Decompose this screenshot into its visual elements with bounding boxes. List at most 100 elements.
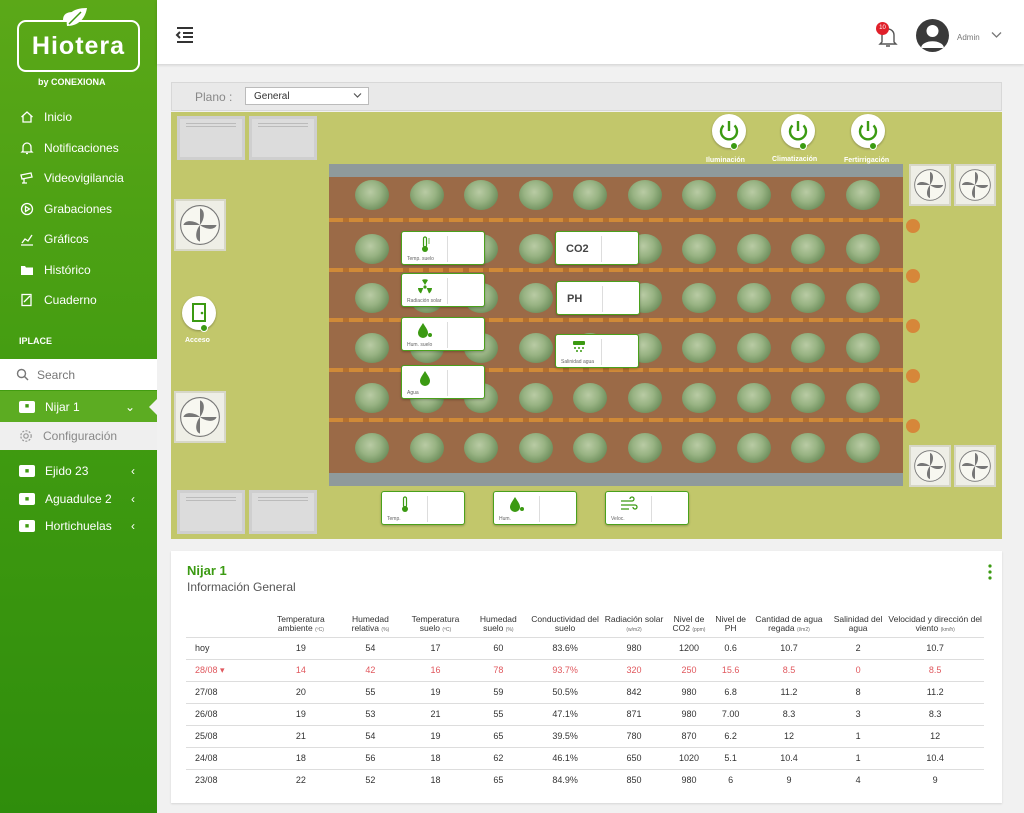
table-row[interactable]: 28/08 ▾ 14 42 16 78 93.7% 320 250 15.6 8.5 0 8.5 [186,658,984,681]
sensor-label: Hum. suelo [407,342,433,348]
table-cell: 12 [748,724,830,747]
more-options-icon[interactable] [988,564,992,580]
table-cell: 16 [401,658,470,681]
table-cell: 21 [262,724,340,747]
table-cell: 8.5 [886,658,984,681]
place-aguadulce-2[interactable]: ■ Aguadulce 2 ‹ [0,485,157,513]
fan-icon[interactable] [174,391,226,443]
nav-videovigilancia[interactable]: Videovigilancia [0,164,157,192]
table-cell: 0 [829,658,887,681]
sensor-label: Salinidad agua [561,359,595,365]
table-cell: 39.5% [526,724,604,747]
fertigation-power-button[interactable] [851,114,885,150]
valve-dot[interactable] [906,369,920,383]
nav-graficos[interactable]: Gráficos [0,225,157,253]
sensor-label: PH [567,293,583,305]
table-row[interactable]: 24/08 18 56 18 62 46.1% 650 1020 5.1 10.4 1 10.4 [186,746,984,769]
table-cell: 17 [401,636,470,659]
config-link[interactable]: Configuración [0,422,157,450]
table-header-cell [186,603,262,637]
table-cell: 320 [603,658,665,681]
table-row[interactable]: 25/08 21 54 19 65 39.5% 780 870 6.2 12 1 12 [186,724,984,747]
drop-icon [418,323,432,338]
plant [355,383,389,413]
climate-power-button[interactable] [781,114,815,150]
table-cell: 22 [262,768,340,791]
greenhouse-icon: ■ [19,400,35,413]
table-cell: 93.7% [526,658,604,681]
fan-icon[interactable] [909,164,951,206]
nav-historico[interactable]: Histórico [0,256,157,284]
greenhouse-icon: ■ [19,493,35,505]
plan-select[interactable]: General [245,87,369,105]
sensor-agua[interactable]: Agua [401,365,485,399]
access-button[interactable] [182,296,216,332]
nav-cuaderno[interactable]: Cuaderno [0,286,157,314]
notebook-icon [21,293,32,307]
sensor-temp[interactable]: Temp. [381,491,465,525]
sensor-label: Agua [407,390,419,396]
nav-notificaciones[interactable]: Notificaciones [0,134,157,162]
sensor-salinidad[interactable]: Salinidad agua [555,334,639,368]
window-vent[interactable] [177,490,245,534]
plant [573,383,607,413]
card-title: Nijar 1 [187,563,227,578]
avatar[interactable] [916,19,949,52]
valve-dot[interactable] [906,419,920,433]
fan-icon[interactable] [909,445,951,487]
lighting-power-button[interactable] [712,114,746,150]
table-cell: 1 [829,724,887,747]
greenhouse-plan: Acceso Iluminación Climatización Fertirr… [171,112,1002,539]
sensor-ph[interactable]: PH [556,281,640,315]
hiotera-logo[interactable]: Hiotera [17,8,140,72]
user-name[interactable]: Admin [957,33,980,42]
valve-dot[interactable] [906,219,920,233]
greenhouse-icon: ■ [19,465,35,477]
fan-icon[interactable] [954,445,996,487]
menu-collapse-icon[interactable] [175,25,195,45]
place-nijar-1[interactable]: ■ Nijar 1 ⌄ [0,391,157,422]
table-cell: 3 [829,702,887,725]
table-cell: 53 [339,702,402,725]
table-row[interactable]: 26/08 19 53 21 55 47.1% 871 980 7.00 8.3 3 8.3 [186,702,984,725]
plant [464,180,498,210]
sensor-veloc[interactable]: Veloc. [605,491,689,525]
table-row[interactable]: 23/08 22 52 18 65 84.9% 850 980 6 9 4 9 [186,768,984,791]
place-ejido-23[interactable]: ■ Ejido 23 ‹ [0,457,157,485]
table-row[interactable]: 27/08 20 55 19 59 50.5% 842 980 6.8 11.2 8 11.2 [186,680,984,703]
divider [601,339,602,365]
table-cell: 19 [401,724,470,747]
table-cell: 65 [469,724,527,747]
place-label: Ejido 23 [45,464,89,478]
sensor-hum[interactable]: Hum. [493,491,577,525]
table-cell: 980 [664,768,714,791]
table-row[interactable]: hoy 19 54 17 60 83.6% 980 1200 0.6 10.7 2 10.7 [186,636,984,659]
plant [573,433,607,463]
column-unit: (l/m2) [797,627,810,633]
chevron-down-icon[interactable] [991,31,1002,39]
sensor-hum-suelo[interactable]: Hum. suelo [401,317,485,351]
date-cell: 23/08 [186,768,262,791]
window-vent[interactable] [249,490,317,534]
plant [736,333,771,363]
search-input[interactable]: Search [0,359,157,390]
sensor-co2[interactable]: CO2 [555,231,639,265]
card-subtitle: Información General [187,580,296,594]
fan-icon[interactable] [954,164,996,206]
nav-inicio[interactable]: Inicio [0,103,157,131]
plant [791,283,825,313]
table-cell: 980 [664,680,714,703]
place-hortichuelas[interactable]: ■ Hortichuelas ‹ [0,512,157,540]
table-cell: 1 [829,746,887,769]
fan-icon[interactable] [174,199,226,251]
table-cell: 10.7 [748,636,830,659]
window-vent[interactable] [177,116,245,160]
sensor-radiacion[interactable]: Radiación solar [401,273,485,307]
window-vent[interactable] [249,116,317,160]
table-cell: 0.6 [713,636,749,659]
valve-dot[interactable] [906,269,920,283]
nav-grabaciones[interactable]: Grabaciones [0,195,157,223]
sensor-temp-suelo[interactable]: Temp. suelo [401,231,485,265]
status-dot [869,142,877,150]
valve-dot[interactable] [906,319,920,333]
